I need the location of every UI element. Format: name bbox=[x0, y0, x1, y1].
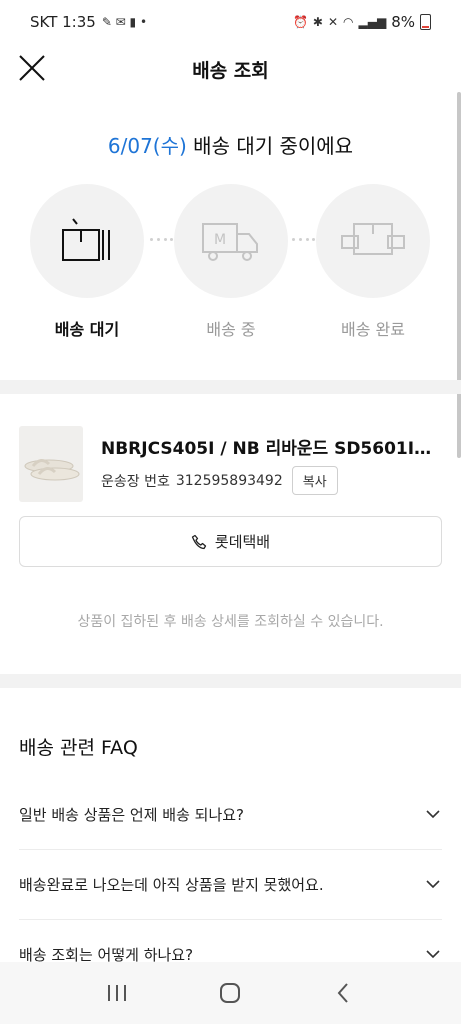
status-right: ⏰ ✱ ✕ ◠ ▂▄▆ 8% bbox=[293, 13, 431, 31]
faq-item[interactable]: 일반 배송 상품은 언제 배송 되나요? bbox=[19, 779, 442, 849]
carrier-time: SKT 1:35 bbox=[30, 13, 96, 31]
step-in-transit: M 배송 중 bbox=[174, 184, 288, 340]
signal-icon: ▂▄▆ bbox=[358, 15, 387, 29]
faq-question: 일반 배송 상품은 언제 배송 되나요? bbox=[19, 805, 245, 824]
product-card: NBRJCS405I / NB 리바운드 SD5601IV... 운송장 번호 … bbox=[19, 426, 441, 502]
delivery-status-headline: 6/07(수) 배송 대기 중이에요 bbox=[0, 130, 461, 159]
tracking-number: 312595893492 bbox=[175, 472, 283, 489]
bluetooth-icon: ✱ bbox=[312, 15, 323, 29]
faq-title: 배송 관련 FAQ bbox=[19, 737, 138, 759]
recent-apps-button[interactable] bbox=[92, 973, 142, 1013]
tracking-info: 운송장 번호 312595893492 복사 bbox=[101, 466, 338, 495]
section-divider bbox=[0, 674, 461, 688]
phone-icon bbox=[191, 534, 207, 549]
header: 배송 조회 bbox=[0, 44, 461, 92]
step-delivered-label: 배송 완료 bbox=[341, 320, 405, 339]
faq-question: 배송완료로 나오는데 아직 상품을 받지 못했어요. bbox=[19, 875, 324, 894]
battery-icon bbox=[420, 14, 431, 30]
product-name: NBRJCS405I / NB 리바운드 SD5601IV... bbox=[101, 439, 441, 459]
tracking-label: 운송장 번호 bbox=[101, 473, 170, 490]
copy-button[interactable]: 복사 bbox=[291, 466, 338, 495]
system-nav-bar bbox=[0, 962, 461, 1024]
courier-label: 롯데택배 bbox=[214, 533, 271, 551]
mute-icon: ✕ bbox=[327, 15, 339, 29]
back-button[interactable] bbox=[319, 973, 369, 1013]
product-thumbnail[interactable] bbox=[19, 426, 83, 502]
back-icon bbox=[337, 983, 348, 1003]
battery-percent: 8% bbox=[391, 13, 415, 31]
delivery-stepper: 배송 대기 M 배송 중 배송 완료 bbox=[30, 184, 432, 356]
home-icon bbox=[220, 983, 241, 1003]
recent-apps-icon bbox=[107, 985, 126, 1001]
chevron-down-icon bbox=[426, 950, 440, 959]
status-left: SKT 1:35 ✎ ✉ ▮ • bbox=[30, 13, 147, 31]
truck-icon: M bbox=[202, 223, 258, 261]
svg-text:M: M bbox=[214, 232, 226, 248]
status-bar: SKT 1:35 ✎ ✉ ▮ • ⏰ ✱ ✕ ◠ ▂▄▆ 8% bbox=[0, 0, 461, 44]
chevron-down-icon bbox=[426, 880, 440, 889]
tracking-notice: 상품이 집하된 후 배송 상세를 조회하실 수 있습니다. bbox=[77, 614, 384, 630]
wifi-icon: ◠ bbox=[343, 15, 354, 29]
handover-box-icon bbox=[341, 223, 405, 255]
alarm-icon: ⏰ bbox=[292, 15, 308, 29]
section-divider bbox=[0, 380, 461, 394]
step-waiting: 배송 대기 bbox=[30, 184, 144, 340]
box-icon bbox=[62, 218, 110, 261]
chevron-down-icon bbox=[426, 810, 440, 819]
notification-icons: ✎ ✉ ▮ • bbox=[101, 15, 148, 29]
faq-item[interactable]: 배송완료로 나오는데 아직 상품을 받지 못했어요. bbox=[19, 849, 442, 919]
step-in-transit-label: 배송 중 bbox=[206, 320, 256, 339]
delivery-date: 6/07(수) bbox=[107, 134, 187, 158]
step-waiting-label: 배송 대기 bbox=[54, 320, 120, 339]
step-delivered: 배송 완료 bbox=[316, 184, 430, 340]
page-title: 배송 조회 bbox=[192, 60, 269, 82]
step-delivered-circle bbox=[316, 184, 430, 298]
sandal-image bbox=[24, 459, 80, 481]
home-button[interactable] bbox=[205, 973, 255, 1013]
courier-call-button[interactable]: 롯데택배 bbox=[19, 516, 442, 567]
delivery-status-text: 배송 대기 중이에요 bbox=[186, 134, 354, 158]
step-waiting-circle bbox=[30, 184, 144, 298]
step-in-transit-circle: M bbox=[174, 184, 288, 298]
